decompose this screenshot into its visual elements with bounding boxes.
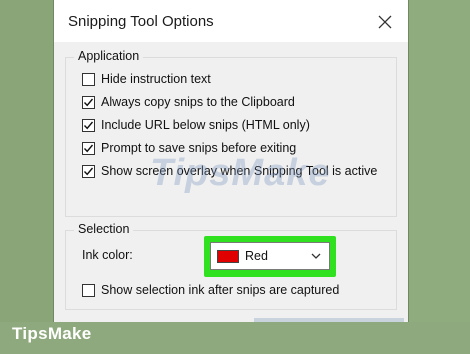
option-label: Show selection ink after snips are captu… — [101, 283, 340, 297]
option-hide-instruction-text[interactable]: Hide instruction text — [82, 70, 211, 88]
option-always-copy[interactable]: Always copy snips to the Clipboard — [82, 93, 295, 111]
checkmark-icon — [83, 167, 94, 175]
option-show-selection-ink[interactable]: Show selection ink after snips are captu… — [82, 281, 339, 299]
chevron-down-icon — [311, 253, 321, 259]
selection-group: Selection Ink color: Red Show selection … — [65, 222, 397, 310]
background-right — [408, 0, 470, 354]
option-label: Hide instruction text — [101, 72, 211, 86]
brand-logo-text: TipsMake — [12, 324, 92, 343]
ink-color-label: Ink color: — [82, 248, 133, 262]
title-bar: Snipping Tool Options — [54, 0, 408, 42]
ink-color-highlight: Red — [204, 236, 336, 277]
checkbox-unchecked[interactable] — [82, 72, 95, 86]
selection-group-label: Selection — [74, 222, 134, 236]
checkmark-icon — [83, 98, 94, 106]
ink-color-dropdown[interactable]: Red — [210, 242, 330, 270]
color-swatch — [217, 249, 239, 263]
checkmark-icon — [83, 144, 94, 152]
ink-color-value: Red — [245, 249, 268, 263]
checkbox-unchecked[interactable] — [82, 283, 95, 297]
application-group-label: Application — [74, 49, 144, 63]
checkbox-checked[interactable] — [82, 95, 95, 109]
watermark: TipsMake — [150, 152, 331, 194]
checkbox-checked[interactable] — [82, 164, 95, 178]
dialog-title: Snipping Tool Options — [68, 13, 214, 30]
background-left — [0, 0, 54, 354]
close-button[interactable] — [372, 9, 398, 35]
checkbox-checked[interactable] — [82, 118, 95, 132]
checkmark-icon — [83, 121, 94, 129]
option-label: Always copy snips to the Clipboard — [101, 95, 295, 109]
checkbox-checked[interactable] — [82, 141, 95, 155]
option-include-url[interactable]: Include URL below snips (HTML only) — [82, 116, 310, 134]
close-icon — [378, 15, 392, 29]
option-label: Include URL below snips (HTML only) — [101, 118, 310, 132]
